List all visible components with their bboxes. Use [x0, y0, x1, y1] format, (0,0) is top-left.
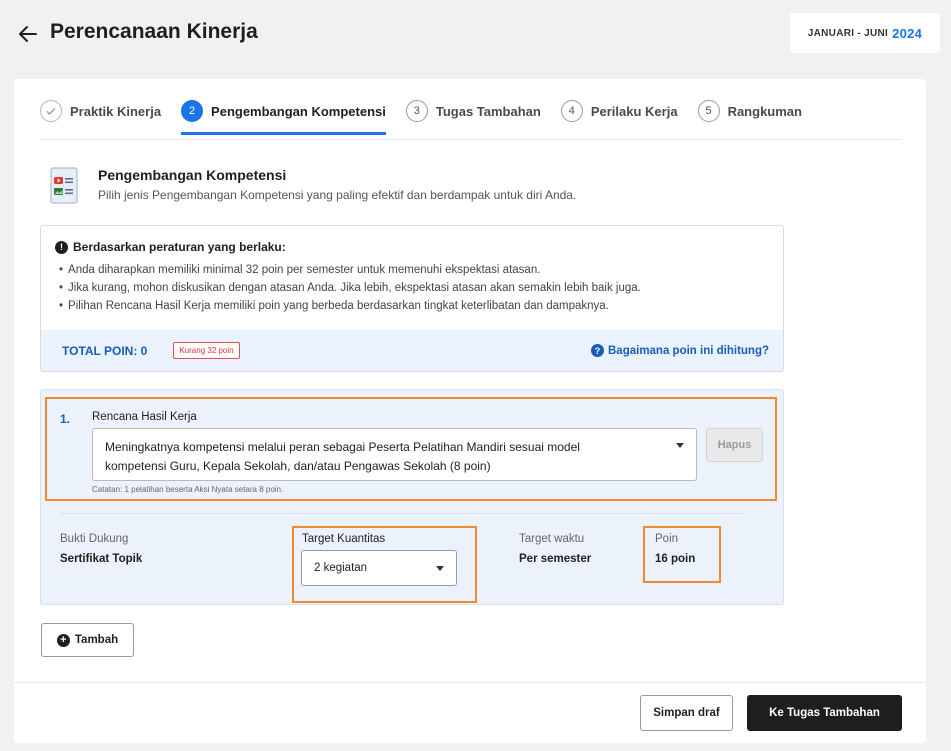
plus-icon: +	[56, 633, 70, 647]
step-label: Tugas Tambahan	[435, 103, 541, 119]
step-label: Praktik Kinerja	[70, 103, 162, 119]
rhk-label: Rencana Hasil Kerja	[92, 411, 197, 423]
page-title: Perencanaan Kinerja	[50, 20, 258, 43]
section-subtitle: Pilih jenis Pengembangan Kompetensi yang…	[98, 188, 577, 202]
next-step-button[interactable]: Ke Tugas Tambahan	[747, 695, 902, 731]
step-label: Pengembangan Kompetensi	[211, 103, 386, 119]
quantity-select[interactable]: 2 kegiatan	[301, 550, 457, 586]
period-year: 2024	[892, 25, 923, 41]
evidence-value: Sertifikat Topik	[60, 553, 143, 565]
step-number: 4	[560, 100, 583, 122]
rule-item: Anda diharapkan memiliki minimal 32 poin…	[59, 261, 641, 279]
chevron-down-icon	[676, 443, 684, 448]
evidence-label: Bukti Dukung	[60, 533, 129, 545]
stepper-divider	[40, 139, 900, 140]
step-label: Perilaku Kerja	[590, 103, 678, 119]
period-badge: JANUARI - JUNI 2024	[790, 13, 940, 53]
rhk-value-line: kompetensi Guru, Kepala Sekolah, dan/ata…	[105, 459, 491, 473]
add-label: Tambah	[74, 634, 119, 646]
step-number: 3	[405, 100, 428, 122]
step-pengembangan-kompetensi[interactable]: 2 Pengembangan Kompetensi	[181, 99, 386, 135]
add-button[interactable]: + Tambah	[41, 623, 134, 657]
competency-item: 1. Rencana Hasil Kerja Meningkatnya komp…	[40, 389, 784, 605]
period-label: JANUARI - JUNI	[807, 27, 889, 39]
document-media-icon	[50, 167, 78, 204]
rules-info-box: ! Berdasarkan peraturan yang berlaku: An…	[40, 225, 784, 372]
rules-list: Anda diharapkan memiliki minimal 32 poin…	[59, 261, 641, 315]
step-label: Rangkuman	[727, 103, 802, 119]
footer-divider	[14, 682, 926, 683]
rules-heading: ! Berdasarkan peraturan yang berlaku:	[55, 240, 286, 254]
delete-button[interactable]: Hapus	[706, 428, 763, 462]
rhk-value-line: Meningkatnya kompetensi melalui peran se…	[105, 440, 580, 454]
points-label: Poin	[655, 533, 679, 545]
step-perilaku-kerja[interactable]: 4 Perilaku Kerja	[560, 99, 678, 123]
rhk-note: Catatan: 1 pelatihan beserta Aksi Nyata …	[92, 485, 284, 494]
rules-heading-text: Berdasarkan peraturan yang berlaku:	[73, 240, 286, 254]
shortfall-badge: Kurang 32 poin	[173, 342, 240, 359]
quantity-label: Target Kuantitas	[302, 533, 386, 545]
points-value: 16 poin	[655, 553, 696, 565]
arrow-left-icon[interactable]	[16, 22, 40, 46]
time-value: Per semester	[519, 553, 592, 565]
stepper: Praktik Kinerja 2 Pengembangan Kompetens…	[40, 99, 822, 137]
question-icon: ?	[591, 344, 604, 357]
chevron-down-icon	[436, 566, 444, 571]
alert-icon: !	[55, 240, 68, 254]
total-points-bar: TOTAL POIN: 0 Kurang 32 poin ? Bagaimana…	[41, 330, 783, 371]
save-draft-button[interactable]: Simpan draf	[640, 695, 733, 731]
step-tugas-tambahan[interactable]: 3 Tugas Tambahan	[405, 99, 541, 123]
item-number: 1.	[60, 412, 71, 426]
step-number: 2	[181, 100, 204, 122]
total-points: TOTAL POIN: 0	[62, 343, 148, 358]
points-help-text: Bagaimana poin ini dihitung?	[608, 344, 769, 357]
section-title: Pengembangan Kompetensi	[98, 167, 287, 183]
points-help-link[interactable]: ? Bagaimana poin ini dihitung?	[591, 344, 769, 357]
step-rangkuman[interactable]: 5 Rangkuman	[697, 99, 802, 123]
step-number: 5	[697, 100, 720, 122]
time-label: Target waktu	[519, 533, 585, 545]
item-divider	[60, 513, 745, 514]
main-card: Praktik Kinerja 2 Pengembangan Kompetens…	[14, 79, 926, 743]
rule-item: Pilihan Rencana Hasil Kerja memiliki poi…	[59, 297, 641, 315]
rule-item: Jika kurang, mohon diskusikan dengan ata…	[59, 279, 641, 297]
step-praktik-kinerja[interactable]: Praktik Kinerja	[40, 99, 161, 123]
check-icon	[40, 100, 62, 122]
rhk-select[interactable]: Meningkatnya kompetensi melalui peran se…	[92, 428, 697, 481]
quantity-value: 2 kegiatan	[314, 562, 368, 574]
